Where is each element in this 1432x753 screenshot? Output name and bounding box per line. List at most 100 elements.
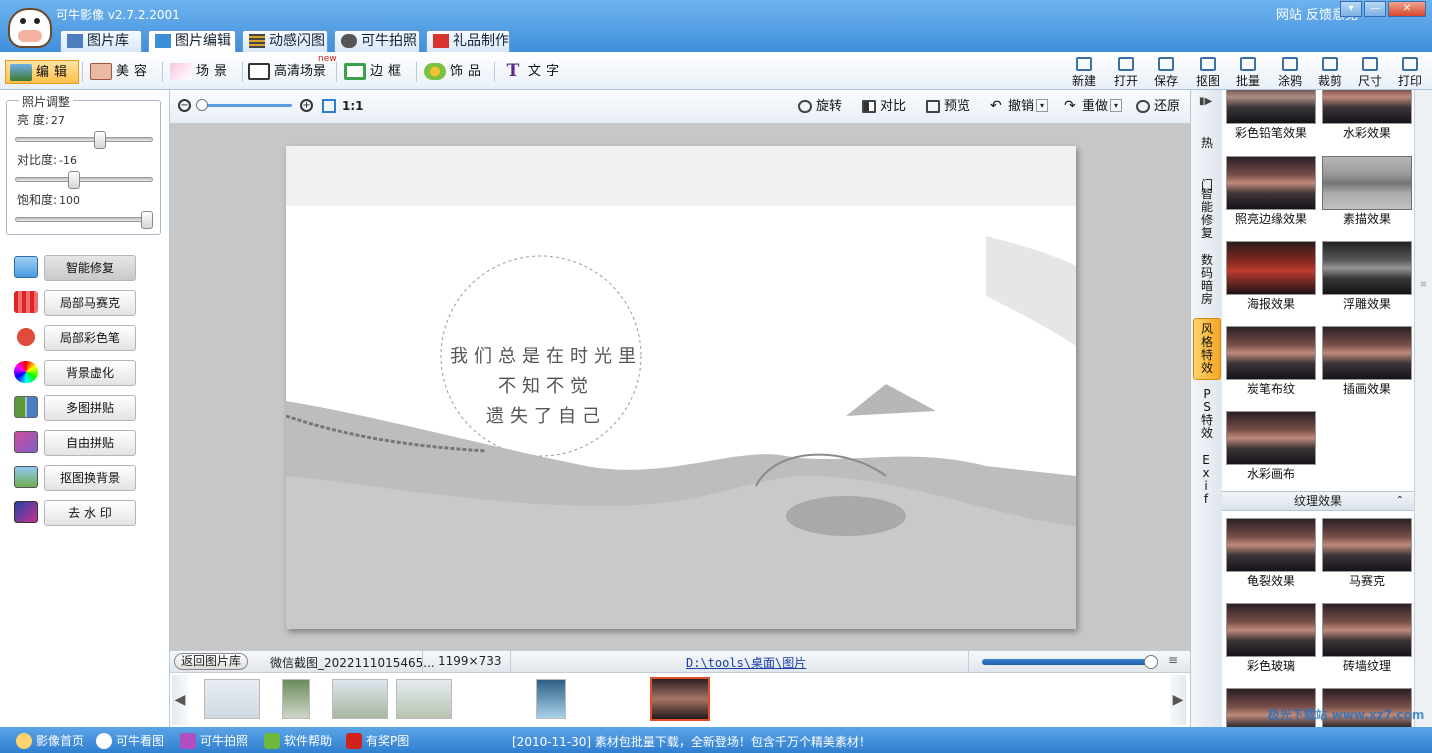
- actual-size-button[interactable]: 1:1: [342, 99, 364, 113]
- collapse-panel-icon[interactable]: ▮▶: [1199, 96, 1212, 107]
- filmstrip-thumbnail[interactable]: [282, 679, 310, 719]
- tool-scene[interactable]: 场景: [166, 60, 238, 84]
- local-color-pen-button[interactable]: 局部彩色笔: [44, 325, 136, 351]
- tool-hd-scene[interactable]: 高清场景 new: [244, 54, 337, 84]
- effect-item[interactable]: 浮雕效果: [1322, 241, 1412, 312]
- new-badge: new: [318, 54, 337, 64]
- edited-photo[interactable]: 我们总是在时光里 不知不觉 遗失了自己: [286, 146, 1076, 629]
- save-button[interactable]: 保存: [1146, 55, 1186, 88]
- texture-item[interactable]: 砖墙纹理: [1322, 603, 1412, 674]
- file-path-link[interactable]: D:\tools\桌面\图片: [686, 654, 806, 671]
- viewer-link[interactable]: 可牛看图: [96, 733, 164, 749]
- tab-photo-edit[interactable]: 图片编辑: [148, 30, 236, 52]
- filmstrip-thumbnail[interactable]: [396, 679, 452, 719]
- restore-button[interactable]: 还原: [1136, 98, 1180, 116]
- effect-item[interactable]: 水彩效果: [1322, 90, 1412, 141]
- compare-button[interactable]: 对比: [862, 98, 906, 116]
- effect-item[interactable]: 海报效果: [1226, 241, 1316, 312]
- divider: [416, 62, 417, 82]
- new-button[interactable]: 新建: [1064, 55, 1104, 88]
- news-ticker[interactable]: [2010-11-30] 素材包批量下载，全新登场！包含千万个精美素材！: [512, 733, 871, 750]
- help-link[interactable]: 软件帮助: [264, 733, 332, 749]
- texture-section-header[interactable]: 纹理效果 ⌃: [1222, 491, 1414, 511]
- menu-dropdown-button[interactable]: ▾: [1340, 1, 1362, 17]
- effect-item[interactable]: 素描效果: [1322, 156, 1412, 227]
- undo-dropdown-icon[interactable]: ▾: [1036, 99, 1048, 112]
- tool-edit[interactable]: 编辑: [5, 60, 80, 84]
- award-link[interactable]: 有奖P图: [346, 733, 409, 749]
- texture-item[interactable]: 龟裂效果: [1226, 518, 1316, 589]
- multi-collage-button[interactable]: 多图拼贴: [44, 395, 136, 421]
- contrast-slider-thumb[interactable]: [67, 171, 80, 189]
- free-collage-button[interactable]: 自由拼贴: [44, 430, 136, 456]
- back-to-gallery-button[interactable]: 返回图片库: [174, 653, 249, 670]
- tool-frame[interactable]: 边框: [340, 60, 412, 84]
- texture-item[interactable]: 彩色玻璃: [1226, 603, 1316, 674]
- tool-accessory[interactable]: 饰品: [420, 60, 492, 84]
- local-mosaic-button[interactable]: 局部马赛克: [44, 290, 136, 316]
- side-tab-darkroom[interactable]: 数码暗房: [1193, 254, 1221, 312]
- minimize-button[interactable]: —: [1364, 1, 1386, 17]
- side-tab-exif[interactable]: Exif: [1193, 454, 1221, 512]
- zoom-out-icon[interactable]: −: [178, 99, 191, 112]
- side-tab-style-effects[interactable]: 风格特效: [1193, 318, 1221, 380]
- saturation-slider[interactable]: [15, 217, 153, 222]
- filmstrip-thumbnail[interactable]: [332, 679, 388, 719]
- background-blur-button[interactable]: 背景虚化: [44, 360, 136, 386]
- tab-camera[interactable]: 可牛拍照: [334, 30, 420, 52]
- redo-button[interactable]: ↷ 重做: [1064, 98, 1108, 116]
- tab-animated-gif[interactable]: 动感闪图: [242, 30, 328, 52]
- redo-dropdown-icon[interactable]: ▾: [1110, 99, 1122, 112]
- effect-item[interactable]: 插画效果: [1322, 326, 1412, 397]
- side-tab-ps-effects[interactable]: PS特效: [1193, 388, 1221, 446]
- zoom-in-icon[interactable]: +: [300, 99, 313, 112]
- undo-button[interactable]: ↶ 撤销: [990, 98, 1034, 116]
- side-tab-smart-repair[interactable]: 智能修复: [1193, 188, 1221, 246]
- crop-button[interactable]: 裁剪: [1310, 55, 1350, 88]
- fit-screen-icon[interactable]: [322, 99, 336, 113]
- filmstrip-prev-arrow-icon[interactable]: ◀: [172, 675, 188, 725]
- effect-item[interactable]: 水彩画布: [1226, 411, 1316, 482]
- batch-button[interactable]: 批量: [1228, 55, 1268, 88]
- cutout-button[interactable]: 抠图: [1188, 55, 1228, 88]
- home-link[interactable]: 影像首页: [16, 733, 84, 749]
- close-button[interactable]: ✕: [1388, 1, 1426, 17]
- smart-repair-button[interactable]: 智能修复: [44, 255, 136, 281]
- brightness-slider[interactable]: [15, 137, 153, 142]
- preview-button[interactable]: 预览: [926, 98, 970, 116]
- texture-item[interactable]: 马赛克: [1322, 518, 1412, 589]
- effect-item[interactable]: 彩色铅笔效果: [1226, 90, 1316, 141]
- resize-button[interactable]: 尺寸: [1350, 55, 1390, 88]
- rotate-button[interactable]: 旋转: [798, 98, 842, 116]
- filmstrip-thumbnail[interactable]: [204, 679, 260, 719]
- remove-watermark-button[interactable]: 去 水 印: [44, 500, 136, 526]
- tool-beauty[interactable]: 美容: [86, 60, 158, 84]
- side-tab-hot[interactable]: 热门: [1193, 120, 1221, 192]
- filmstrip-thumbnail-selected[interactable]: [650, 677, 710, 721]
- saturation-slider-thumb[interactable]: [141, 211, 153, 229]
- zoom-slider[interactable]: [196, 104, 292, 107]
- thumbnail-size-slider[interactable]: [982, 659, 1152, 665]
- print-button[interactable]: 打印: [1390, 55, 1430, 88]
- tab-gift[interactable]: 礼品制作: [426, 30, 510, 52]
- filmstrip-next-arrow-icon[interactable]: ▶: [1170, 675, 1186, 725]
- preview-icon: [926, 100, 940, 113]
- camera-link[interactable]: 可牛拍照: [180, 733, 248, 749]
- list-view-icon[interactable]: ≡: [1168, 653, 1178, 667]
- scrollbar-grip[interactable]: ≡: [1418, 280, 1429, 290]
- tool-text[interactable]: T 文字: [498, 60, 570, 84]
- thumbnail-size-thumb[interactable]: [1144, 655, 1158, 669]
- zoom-slider-thumb[interactable]: [196, 99, 208, 111]
- image-dimensions: 1199×733: [438, 654, 502, 668]
- brightness-slider-thumb[interactable]: [94, 131, 107, 149]
- effect-item[interactable]: 炭笔布纹: [1226, 326, 1316, 397]
- effect-item[interactable]: 照亮边缘效果: [1226, 156, 1316, 227]
- doodle-button[interactable]: 涂鸦: [1270, 55, 1310, 88]
- effects-scrollbar[interactable]: ≡: [1414, 90, 1432, 727]
- tab-gallery[interactable]: 图片库: [60, 30, 142, 52]
- open-button[interactable]: 打开: [1106, 55, 1146, 88]
- cutout-background-button[interactable]: 抠图换背景: [44, 465, 136, 491]
- filmstrip-thumbnail[interactable]: [536, 679, 566, 719]
- contrast-slider[interactable]: [15, 177, 153, 182]
- collapse-chevron-up-icon[interactable]: ⌃: [1396, 492, 1404, 510]
